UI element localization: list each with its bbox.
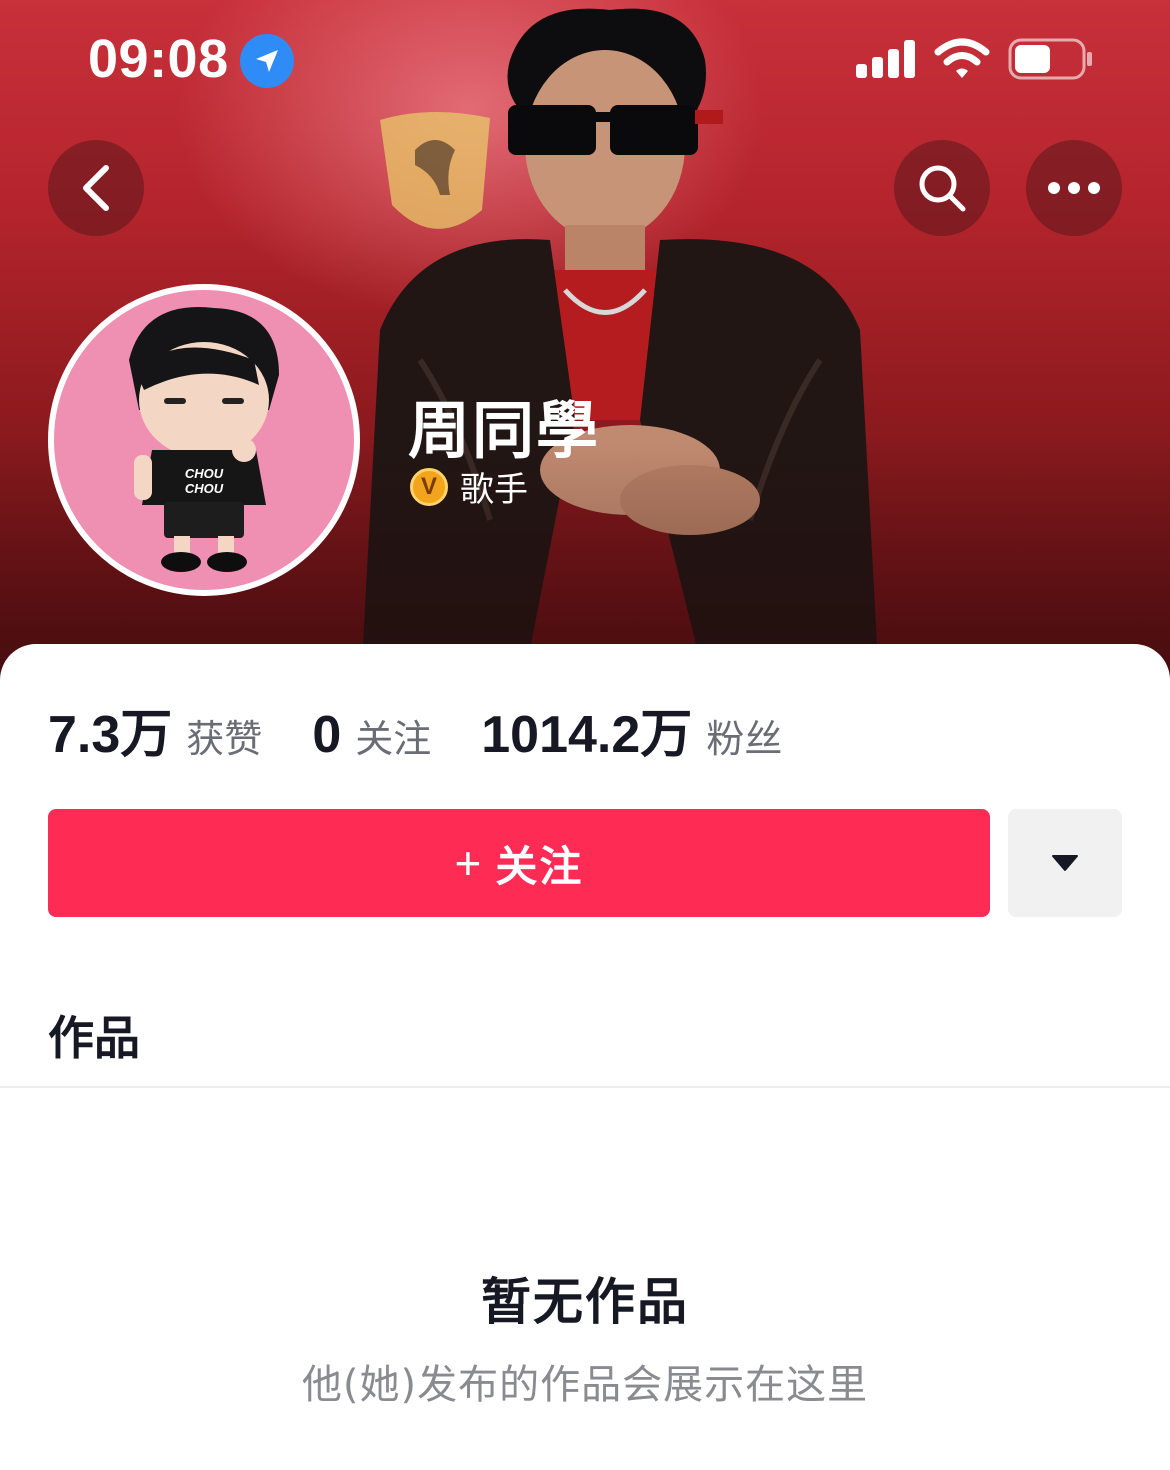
wifi-icon <box>934 38 990 78</box>
more-horizontal-icon <box>1048 182 1100 194</box>
chevron-left-icon <box>83 165 109 211</box>
search-icon <box>919 165 966 212</box>
profile-stats: 7.3万 获赞 0 关注 1014.2万 粉丝 <box>48 692 832 767</box>
follow-button[interactable]: + 关注 <box>48 809 990 917</box>
stat-followers[interactable]: 1014.2万 粉丝 <box>481 692 782 767</box>
stat-following-label: 关注 <box>355 717 432 761</box>
back-button[interactable] <box>48 140 144 236</box>
stat-followers-value: 1014.2万 <box>481 706 693 764</box>
search-button[interactable] <box>894 140 990 236</box>
empty-state-subtitle: 他(她)发布的作品会展示在这里 <box>301 1362 869 1408</box>
profile-screen: 09:08 CHOU CHOU 周同學 V 歌手 7.3万 获赞 0 关注 10… <box>0 0 1170 1470</box>
stat-followers-label: 粉丝 <box>706 717 783 761</box>
profile-nickname: 周同學 <box>408 394 601 467</box>
caret-down-icon <box>1052 855 1078 871</box>
verified-badge-icon: V <box>410 467 448 506</box>
verification-row: V 歌手 <box>410 462 528 511</box>
cellular-signal-icon <box>856 40 915 78</box>
more-button[interactable] <box>1026 140 1122 236</box>
stat-following[interactable]: 0 关注 <box>312 705 431 765</box>
shirt-logo-2: CHOU <box>185 481 224 496</box>
tab-divider <box>0 1086 1170 1088</box>
location-arrow-icon <box>240 34 294 88</box>
shirt-logo: CHOU <box>185 466 224 481</box>
empty-state-title: 暂无作品 <box>481 1273 689 1331</box>
battery-icon <box>1008 38 1092 80</box>
verification-label: 歌手 <box>460 470 528 510</box>
tab-works[interactable]: 作品 <box>48 1002 140 1068</box>
avatar-image: CHOU CHOU <box>129 307 279 572</box>
stat-likes-label: 获赞 <box>186 717 263 761</box>
stat-likes-value: 7.3万 <box>48 706 173 764</box>
recommend-dropdown-button[interactable] <box>1008 809 1122 917</box>
profile-sheet: 7.3万 获赞 0 关注 1014.2万 粉丝 + 关注 作品 暂无作品 他(她… <box>0 644 1170 1470</box>
stat-following-value: 0 <box>312 706 342 764</box>
avatar[interactable]: CHOU CHOU <box>48 284 360 596</box>
status-bar: 09:08 <box>0 0 1170 120</box>
status-time: 09:08 <box>88 29 229 89</box>
stat-likes[interactable]: 7.3万 获赞 <box>48 692 262 767</box>
follow-button-label: 关注 <box>495 842 584 890</box>
plus-icon: + <box>454 837 482 889</box>
